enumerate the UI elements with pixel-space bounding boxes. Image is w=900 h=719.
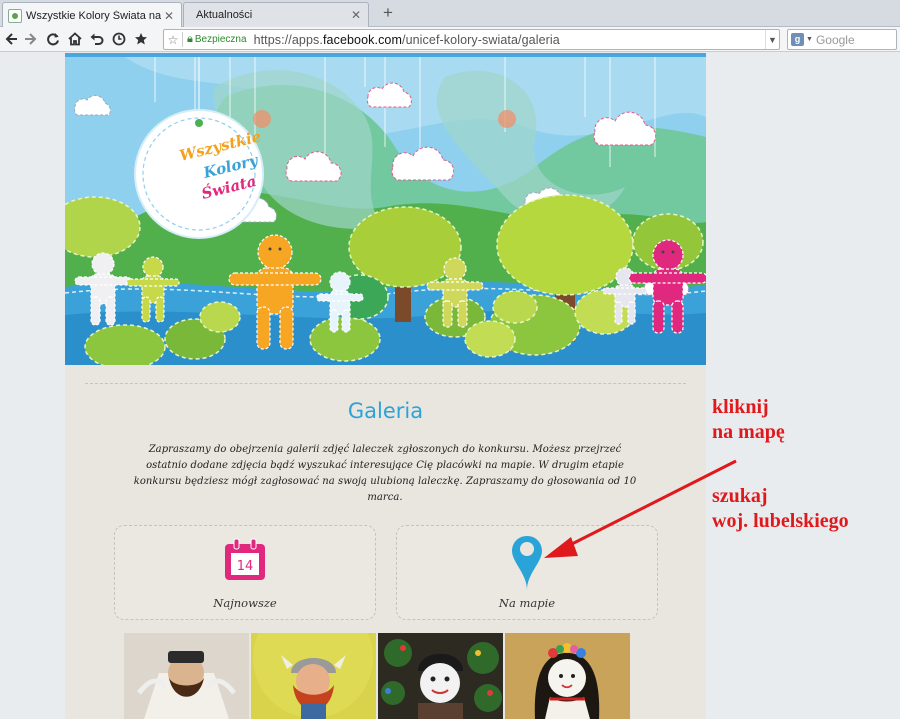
annotation-arrow-icon (544, 459, 737, 558)
